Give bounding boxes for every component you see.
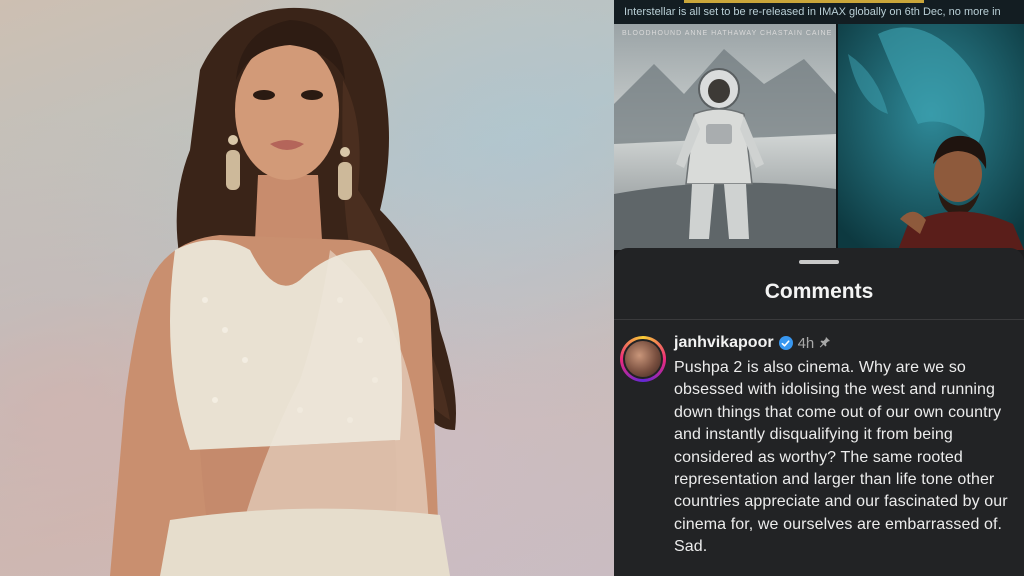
instagram-screenshot: Interstellar is all set to be re-release… (614, 0, 1024, 576)
pushpa-poster (838, 24, 1024, 250)
avatar[interactable] (620, 336, 666, 382)
comment-timestamp: 4h (797, 334, 815, 352)
post-caption: Interstellar is all set to be re-release… (614, 0, 1024, 24)
portrait-photo (0, 0, 614, 576)
poster-credits: BLOODHOUND ANNE HATHAWAY CHASTAIN CAINE (622, 30, 833, 37)
sheet-grabber[interactable] (799, 260, 839, 264)
divider (614, 319, 1024, 320)
interstellar-poster: BLOODHOUND ANNE HATHAWAY CHASTAIN CAINE (614, 24, 836, 250)
pin-icon (819, 336, 831, 351)
avatar-photo (623, 339, 663, 379)
comment-header: janhvikapoor 4h (674, 332, 831, 354)
verified-badge-icon (778, 336, 793, 350)
comments-sheet: Comments janhvikapoor 4h Pushpa 2 is als… (614, 248, 1024, 576)
pushpa-image (838, 24, 1024, 250)
post-media: Interstellar is all set to be re-release… (614, 0, 1024, 250)
comments-title: Comments (764, 280, 874, 303)
portrait-illustration (110, 7, 456, 576)
comment-username[interactable]: janhvikapoor (674, 334, 774, 352)
astronaut-image (614, 24, 836, 250)
comment-text: Pushpa 2 is also cinema. Why are we so o… (674, 359, 1008, 556)
